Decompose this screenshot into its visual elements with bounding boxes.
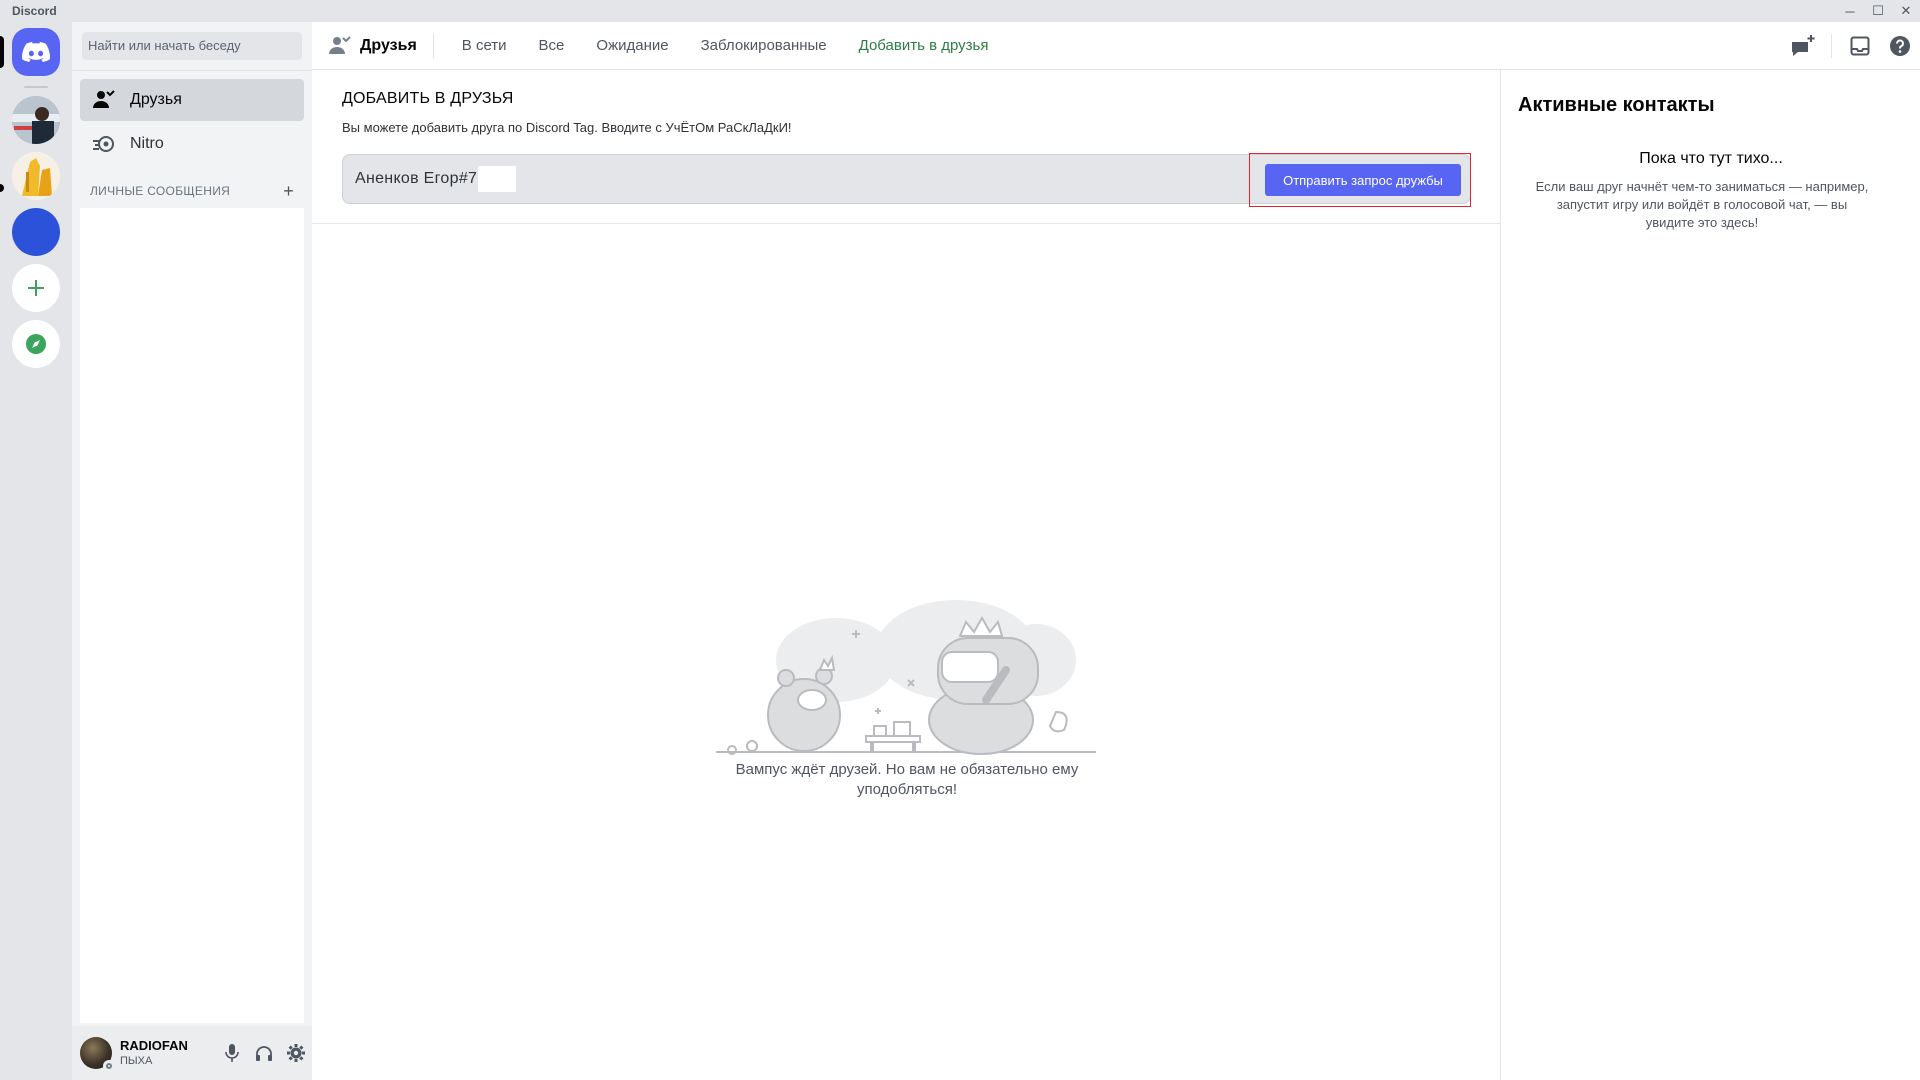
inbox-icon: [1850, 36, 1870, 56]
server-icon-2[interactable]: [12, 152, 60, 200]
tab-online[interactable]: В сети: [454, 35, 515, 56]
search-divider: [72, 70, 312, 71]
friends-content: ДОБАВИТЬ В ДРУЗЬЯ Вы можете добавить дру…: [312, 70, 1501, 1080]
friends-toolbar: Друзья В сети Все Ожидание Заблокированн…: [312, 22, 1920, 70]
add-server-button[interactable]: [12, 264, 60, 312]
server-rail: [0, 22, 72, 1080]
send-friend-request-button[interactable]: Отправить запрос дружбы: [1265, 164, 1461, 196]
dm-list: [80, 208, 304, 1023]
mute-button[interactable]: [216, 1037, 248, 1069]
toolbar-divider: [432, 33, 434, 58]
user-names[interactable]: RADIOFAN ПЫХА: [120, 1038, 216, 1068]
new-group-dm-button[interactable]: [1783, 22, 1823, 70]
search-conversation-button[interactable]: Найти или начать беседу: [82, 32, 302, 60]
dm-sidebar: Найти или начать беседу Друзья Nitro ЛИЧ…: [72, 22, 312, 1080]
add-friend-title: ДОБАВИТЬ В ДРУЗЬЯ: [342, 90, 514, 107]
home-selected-indicator: [0, 36, 4, 68]
inbox-button[interactable]: [1840, 22, 1880, 70]
active-now-empty-description: Если ваш друг начнёт чем-то заниматься —…: [1535, 179, 1869, 230]
nav-item-label: Друзья: [130, 91, 182, 108]
discord-logo-icon: [22, 42, 50, 62]
add-friend-section: ДОБАВИТЬ В ДРУЗЬЯ Вы можете добавить дру…: [312, 70, 1501, 224]
headphones-icon: [256, 1046, 272, 1061]
microphone-icon: [225, 1044, 239, 1062]
server-1-avatar-image: [12, 96, 60, 144]
active-now-empty-title: Пока что тут тихо...: [1639, 150, 1783, 167]
app-title: Discord: [12, 4, 57, 18]
close-button[interactable]: ✕: [1892, 0, 1920, 22]
friends-header: Друзья: [328, 34, 417, 58]
new-group-dm-icon: [1792, 35, 1815, 56]
explore-servers-button[interactable]: [12, 320, 60, 368]
help-icon: [1890, 36, 1910, 56]
deafen-button[interactable]: [248, 1037, 280, 1069]
minimize-button[interactable]: ─: [1836, 0, 1864, 22]
toolbar-divider: [1831, 34, 1832, 58]
empty-state-text: Вампус ждёт друзей. Но вам не обязательн…: [735, 761, 1079, 798]
plus-icon: [28, 280, 44, 296]
active-now-title: Активные контакты: [1518, 94, 1715, 116]
rail-separator: [24, 86, 48, 88]
tab-all[interactable]: Все: [531, 35, 573, 56]
status-indicator: [103, 1060, 115, 1072]
user-controls: [216, 1037, 312, 1069]
tab-pending[interactable]: Ожидание: [588, 35, 676, 56]
home-button[interactable]: [12, 28, 60, 76]
tab-blocked[interactable]: Заблокированные: [693, 35, 835, 56]
active-now-panel: Активные контакты Пока что тут тихо... Е…: [1502, 70, 1920, 1080]
nav-item-nitro[interactable]: Nitro: [80, 123, 304, 165]
friends-icon: [328, 34, 352, 58]
create-dm-button[interactable]: +: [283, 182, 294, 200]
compass-icon: [26, 334, 46, 354]
server-icon-3[interactable]: [12, 208, 60, 256]
server-2-unread-indicator: [0, 184, 4, 192]
wumpus-illustration: [716, 600, 1096, 755]
main-area: Друзья В сети Все Ожидание Заблокированн…: [312, 22, 1920, 1080]
help-button[interactable]: [1880, 22, 1920, 70]
nitro-icon: [92, 132, 116, 156]
add-friend-input-value: Аненков Егор#7: [355, 170, 478, 187]
window-controls: ─ ☐ ✕: [1836, 0, 1920, 22]
friends-icon: [92, 88, 116, 112]
avatar[interactable]: [80, 1037, 115, 1072]
redaction-box: [478, 166, 517, 192]
page-title: Друзья: [360, 36, 417, 54]
tab-add-friend[interactable]: Добавить в друзья: [851, 35, 997, 56]
server-icon-1[interactable]: [12, 96, 60, 144]
maximize-button[interactable]: ☐: [1864, 0, 1892, 22]
settings-gear-icon: [287, 1044, 305, 1062]
nav-item-friends[interactable]: Друзья: [80, 79, 304, 121]
server-2-avatar-image: [12, 152, 60, 200]
user-settings-button[interactable]: [280, 1037, 312, 1069]
highlight-box: Отправить запрос дружбы: [1249, 153, 1471, 207]
dm-header-label: ЛИЧНЫЕ СООБЩЕНИЯ: [90, 184, 231, 198]
nav-item-label: Nitro: [130, 135, 164, 152]
user-status: ПЫХА: [120, 1055, 153, 1067]
toolbar-actions: [1783, 22, 1920, 70]
title-bar: Discord ─ ☐ ✕: [0, 0, 1920, 22]
username: RADIOFAN: [120, 1038, 188, 1053]
direct-messages-header: ЛИЧНЫЕ СООБЩЕНИЯ +: [90, 182, 294, 200]
add-friend-description: Вы можете добавить друга по Discord Tag.…: [342, 120, 792, 135]
user-panel: RADIOFAN ПЫХА: [72, 1026, 312, 1080]
add-friend-input[interactable]: Аненков Егор#7 Отправить запрос дружбы: [342, 153, 1471, 207]
